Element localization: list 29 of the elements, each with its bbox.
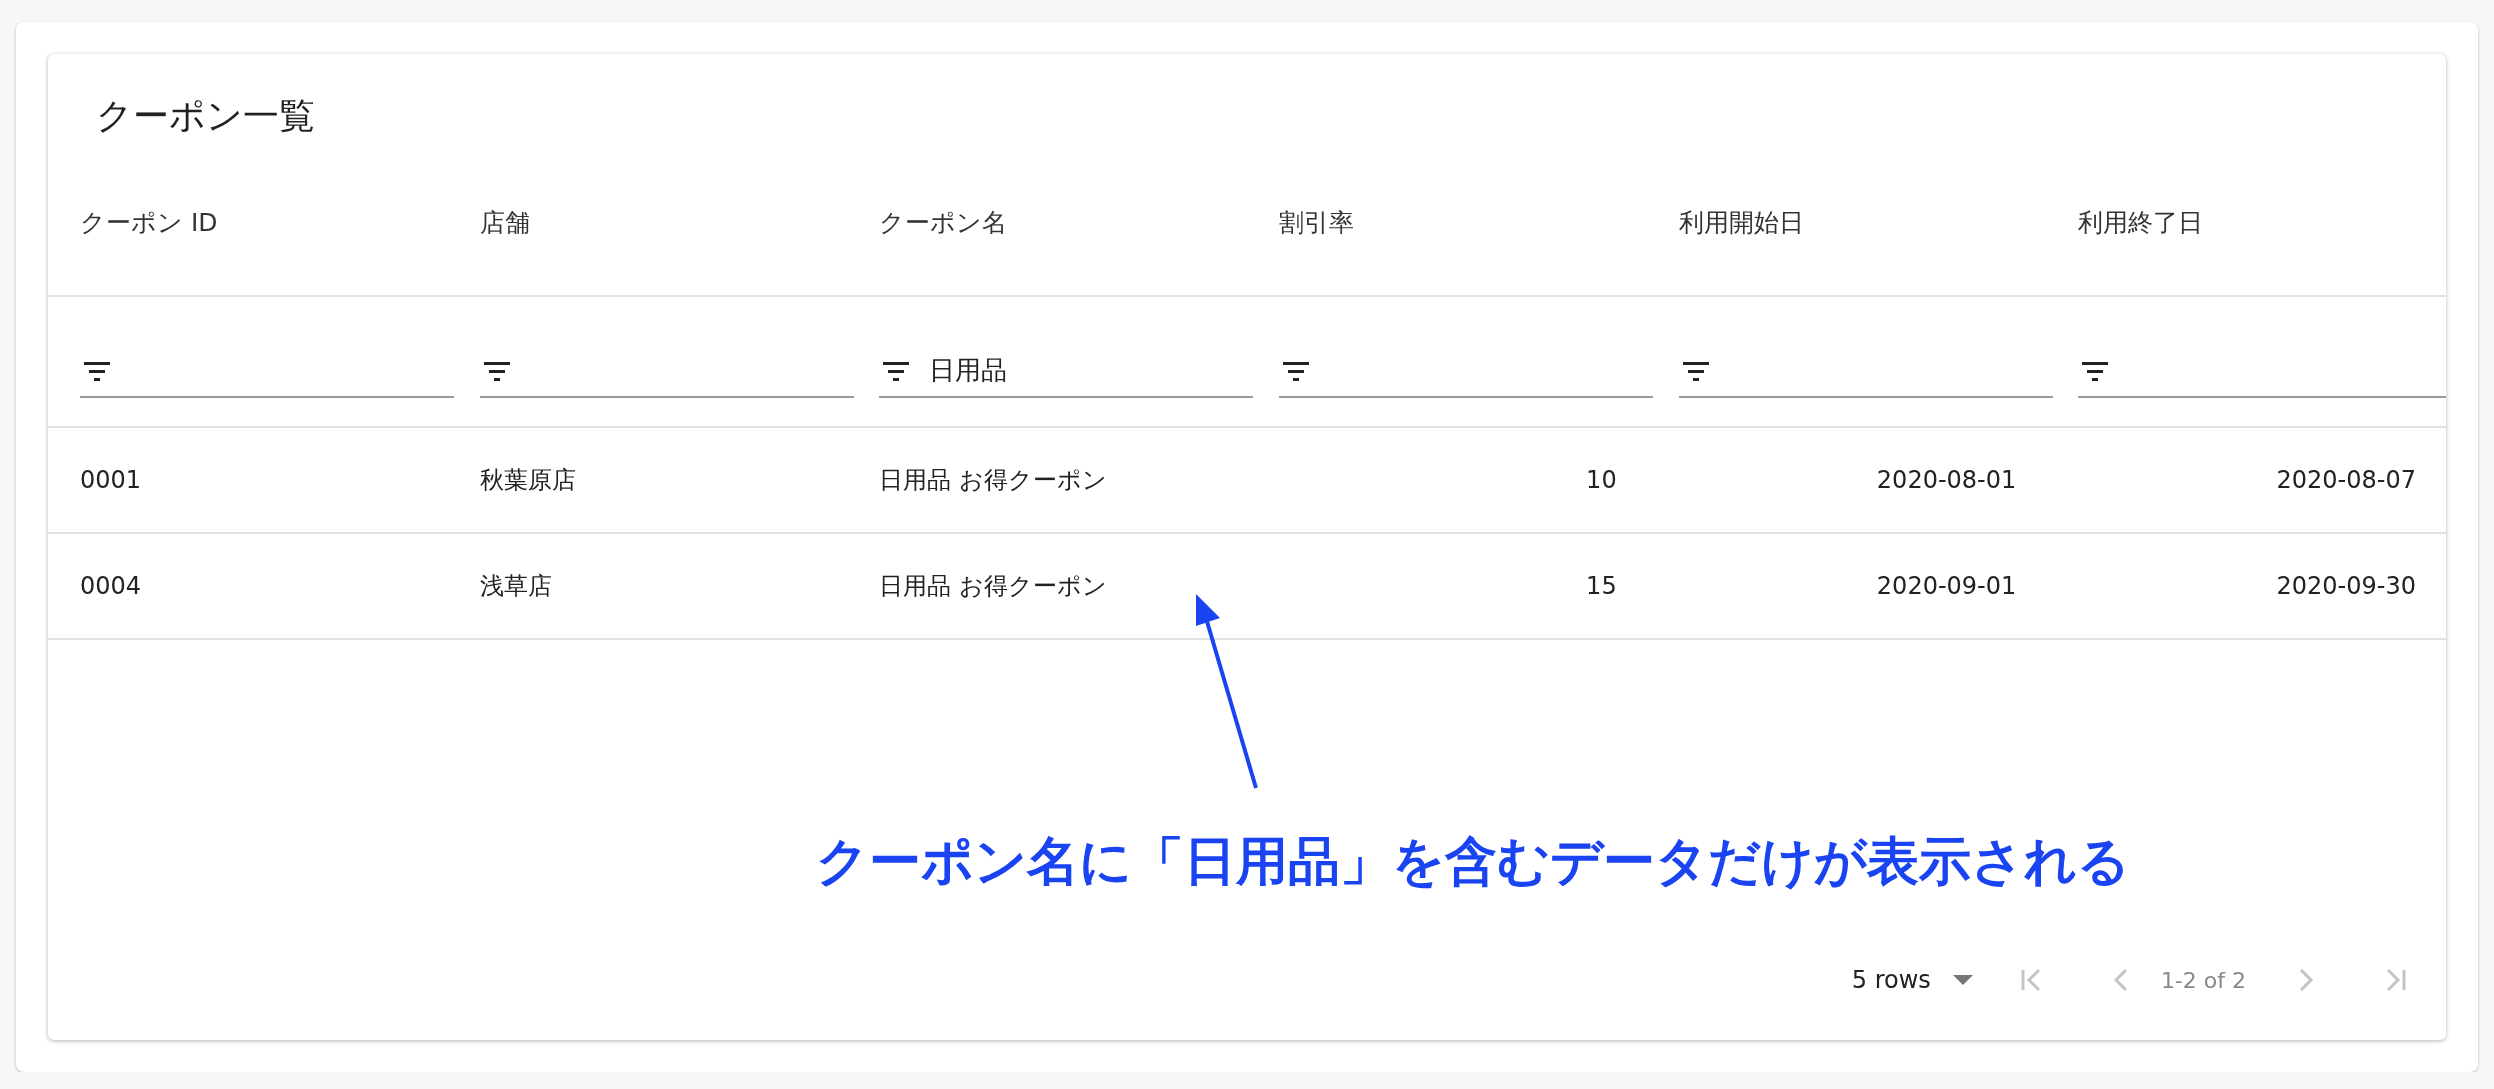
table-cell: 日用品 お得クーポン bbox=[847, 428, 1247, 534]
filter-field[interactable]: 日用品 bbox=[879, 345, 1254, 398]
filter-icon bbox=[483, 361, 510, 382]
table-cell: 10 bbox=[1247, 428, 1647, 534]
filter-icon bbox=[84, 361, 110, 382]
table-cell: 浅草店 bbox=[447, 534, 848, 640]
filter-icon bbox=[883, 361, 910, 382]
column-header: クーポン名 bbox=[847, 150, 1247, 297]
table-cell: 秋葉原店 bbox=[447, 428, 848, 534]
page-range: 1-2 of 2 bbox=[2160, 967, 2246, 993]
table-cell: 2020-08-01 bbox=[1646, 428, 2047, 534]
filter-icon bbox=[1283, 361, 1309, 382]
table-cell: 2020-09-01 bbox=[1646, 534, 2047, 640]
column-header: 利用開始日 bbox=[1646, 150, 2047, 297]
table-cell: 2020-08-07 bbox=[2046, 428, 2446, 534]
table-cell: 0004 bbox=[48, 534, 448, 640]
dropdown-caret-icon bbox=[1952, 975, 1973, 985]
column-header: 店舗 bbox=[447, 150, 848, 297]
filter-icon bbox=[2082, 361, 2109, 382]
column-header: 割引率 bbox=[1247, 150, 1647, 297]
table-title: クーポン一覧 bbox=[95, 94, 316, 138]
table-cell: 0001 bbox=[48, 428, 448, 534]
rows-per-page-select[interactable]: 5 rows bbox=[1851, 966, 1973, 994]
filter-icon bbox=[1682, 361, 1709, 382]
annotation-text: クーポン名に「日用品」を含むデータだけが表示される bbox=[816, 830, 2130, 893]
column-header: クーポン ID bbox=[48, 150, 448, 297]
column-header: 利用終了日 bbox=[2046, 150, 2446, 297]
table-cell: 15 bbox=[1247, 534, 1647, 640]
table-cell: 2020-09-30 bbox=[2046, 534, 2446, 640]
